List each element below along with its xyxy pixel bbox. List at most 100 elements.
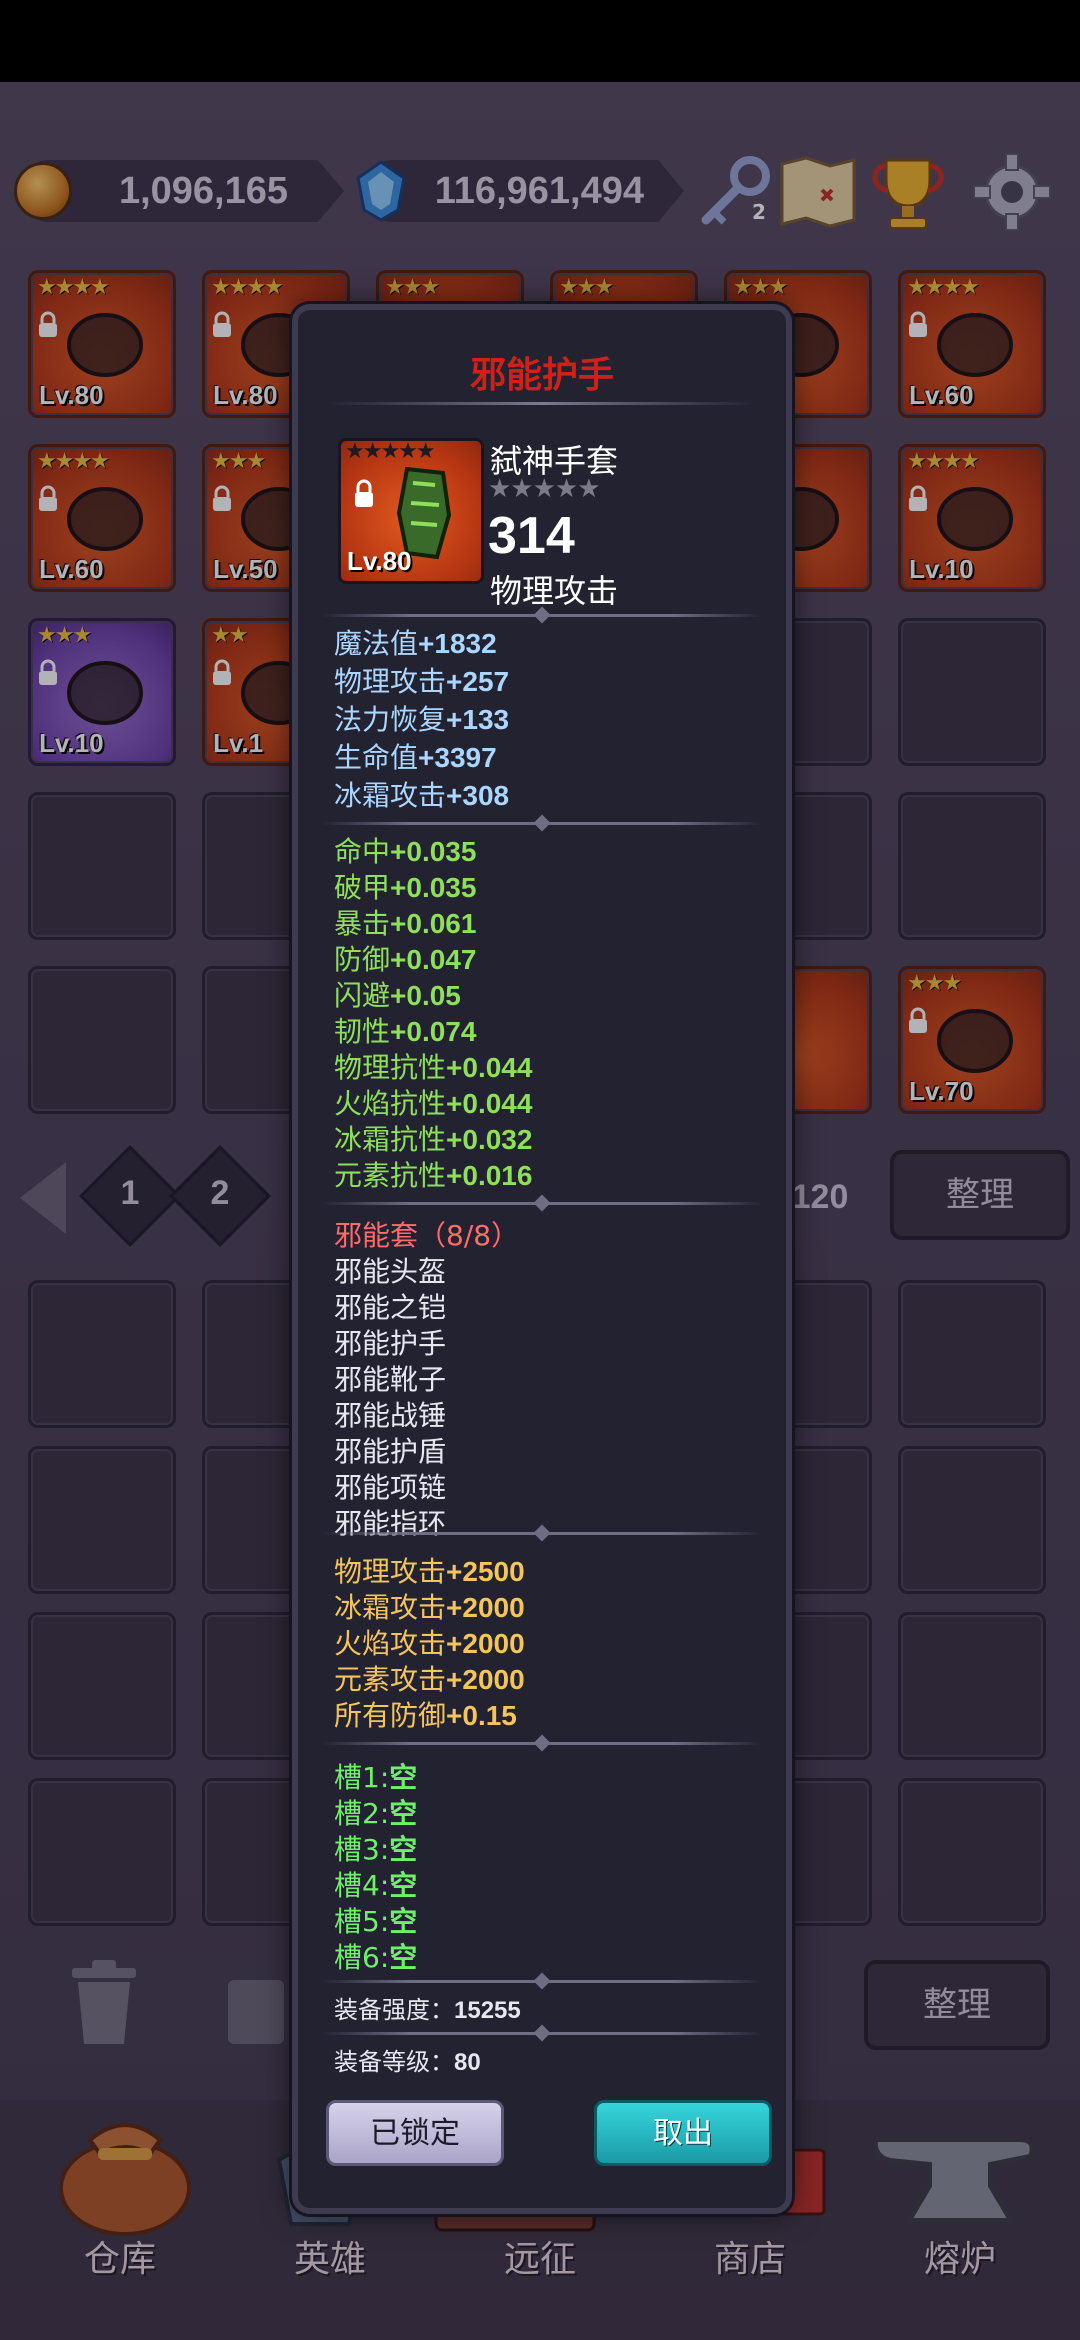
equip-strength: 装备强度：15255 xyxy=(334,1990,521,2025)
set-bonus-value: +2500 xyxy=(446,1556,525,1587)
set-item: 邪能战锤 xyxy=(334,1399,447,1432)
set-bonus: 所有防御+0.15 xyxy=(334,1694,517,1734)
take-out-button[interactable]: 取出 xyxy=(594,2100,772,2166)
socket: 槽5:空 xyxy=(334,1900,417,1940)
base-stat-label: 冰霜攻击 xyxy=(334,779,447,812)
lock-icon xyxy=(355,479,373,507)
popup-title: 邪能护手 xyxy=(469,355,614,396)
divider xyxy=(322,1980,762,1983)
extra-stat-label: 冰霜抗性 xyxy=(334,1123,447,1156)
extra-stat-label: 火焰抗性 xyxy=(334,1087,447,1120)
socket-value: 空 xyxy=(389,1942,418,1973)
title-divider xyxy=(328,402,756,405)
set-bonus: 元素攻击+2000 xyxy=(334,1658,525,1698)
set-bonus-label: 元素攻击 xyxy=(334,1663,447,1696)
divider xyxy=(322,1202,762,1205)
set-item: 邪能之铠 xyxy=(334,1291,447,1324)
socket-label: 槽4: xyxy=(334,1869,390,1902)
base-stat: 法力恢复+133 xyxy=(334,698,509,738)
set-bonus-value: +2000 xyxy=(446,1592,525,1623)
extra-stat-value: +0.061 xyxy=(390,908,477,939)
set-item: 邪能指环 xyxy=(334,1507,447,1540)
extra-stat-value: +0.044 xyxy=(446,1088,533,1119)
socket-value: 空 xyxy=(389,1834,418,1865)
set-bonus-label: 火焰攻击 xyxy=(334,1627,447,1660)
locked-button[interactable]: 已锁定 xyxy=(326,2100,504,2166)
socket: 槽6:空 xyxy=(334,1936,417,1976)
extra-stat-value: +0.035 xyxy=(390,836,477,867)
equip-strength-value: 15255 xyxy=(454,1997,521,2024)
socket-value: 空 xyxy=(389,1906,418,1937)
divider xyxy=(322,2032,762,2035)
extra-stat-value: +0.047 xyxy=(390,944,477,975)
set-item: 邪能头盔 xyxy=(334,1255,447,1288)
extra-stat-value: +0.016 xyxy=(446,1160,533,1191)
item-rating-stars: ★★★★★ xyxy=(488,474,601,504)
base-stat: 冰霜攻击+308 xyxy=(334,774,509,814)
base-stat: 生命值+3397 xyxy=(334,736,497,776)
socket-label: 槽2: xyxy=(334,1797,390,1830)
socket-label: 槽1: xyxy=(334,1761,390,1794)
extra-stat: 韧性+0.074 xyxy=(334,1010,476,1050)
base-stat-value: +308 xyxy=(446,780,510,811)
item-power: 314 xyxy=(488,507,575,565)
extra-stat-value: +0.074 xyxy=(390,1016,477,1047)
set-bonus-label: 冰霜攻击 xyxy=(334,1591,447,1624)
equip-level: 装备等级：80 xyxy=(334,2042,481,2077)
extra-stat: 物理抗性+0.044 xyxy=(334,1046,532,1086)
base-stat: 物理攻击+257 xyxy=(334,660,509,700)
extra-stat-label: 命中 xyxy=(334,835,391,868)
base-stat-label: 魔法值 xyxy=(334,627,419,660)
set-title: 邪能套（8/8） xyxy=(334,1219,520,1252)
socket-label: 槽5: xyxy=(334,1905,390,1938)
divider xyxy=(322,614,762,617)
socket: 槽3:空 xyxy=(334,1828,417,1868)
divider xyxy=(322,1532,762,1535)
extra-stat-label: 元素抗性 xyxy=(334,1159,447,1192)
socket: 槽1:空 xyxy=(334,1756,417,1796)
base-stat-value: +133 xyxy=(446,704,510,735)
extra-stat: 命中+0.035 xyxy=(334,830,476,870)
extra-stat-label: 韧性 xyxy=(334,1015,391,1048)
set-item: 邪能护盾 xyxy=(334,1435,447,1468)
divider xyxy=(322,822,762,825)
extra-stat: 元素抗性+0.016 xyxy=(334,1154,532,1194)
extra-stat-value: +0.035 xyxy=(390,872,477,903)
extra-stat-label: 暴击 xyxy=(334,907,391,940)
divider xyxy=(322,1742,762,1745)
extra-stat: 暴击+0.061 xyxy=(334,902,476,942)
base-stat-value: +257 xyxy=(446,666,510,697)
base-stat-label: 物理攻击 xyxy=(334,665,447,698)
extra-stat: 火焰抗性+0.044 xyxy=(334,1082,532,1122)
set-bonus: 物理攻击+2500 xyxy=(334,1550,525,1590)
base-stat-value: +3397 xyxy=(418,742,497,773)
socket: 槽2:空 xyxy=(334,1792,417,1832)
item-thumbnail-level: Lv.80 xyxy=(347,546,412,576)
extra-stat-value: +0.05 xyxy=(390,980,461,1011)
status-bar xyxy=(0,0,1080,82)
equip-level-value: 80 xyxy=(454,2049,481,2076)
extra-stat-value: +0.032 xyxy=(446,1124,533,1155)
socket-value: 空 xyxy=(389,1762,418,1793)
item-thumbnail: ★★★★★ Lv.80 xyxy=(338,438,484,584)
extra-stat: 防御+0.047 xyxy=(334,938,476,978)
socket-label: 槽3: xyxy=(334,1833,390,1866)
socket: 槽4:空 xyxy=(334,1864,417,1904)
extra-stat-label: 闪避 xyxy=(334,979,391,1012)
item-type: 物理攻击 xyxy=(490,572,619,610)
base-stat-value: +1832 xyxy=(418,628,497,659)
set-bonus-value: +0.15 xyxy=(446,1700,517,1731)
set-bonus-label: 物理攻击 xyxy=(334,1555,447,1588)
extra-stat-value: +0.044 xyxy=(446,1052,533,1083)
extra-stat: 闪避+0.05 xyxy=(334,974,461,1014)
extra-stat: 破甲+0.035 xyxy=(334,866,476,906)
set-bonus-label: 所有防御 xyxy=(334,1699,447,1732)
socket-label: 槽6: xyxy=(334,1941,390,1974)
set-bonus-value: +2000 xyxy=(446,1664,525,1695)
set-item: 邪能护手 xyxy=(334,1327,447,1360)
extra-stat-label: 破甲 xyxy=(334,871,391,904)
set-bonus: 冰霜攻击+2000 xyxy=(334,1586,525,1626)
extra-stat: 冰霜抗性+0.032 xyxy=(334,1118,532,1158)
equip-level-label: 装备等级： xyxy=(334,2048,454,2076)
set-item: 邪能项链 xyxy=(334,1471,447,1504)
